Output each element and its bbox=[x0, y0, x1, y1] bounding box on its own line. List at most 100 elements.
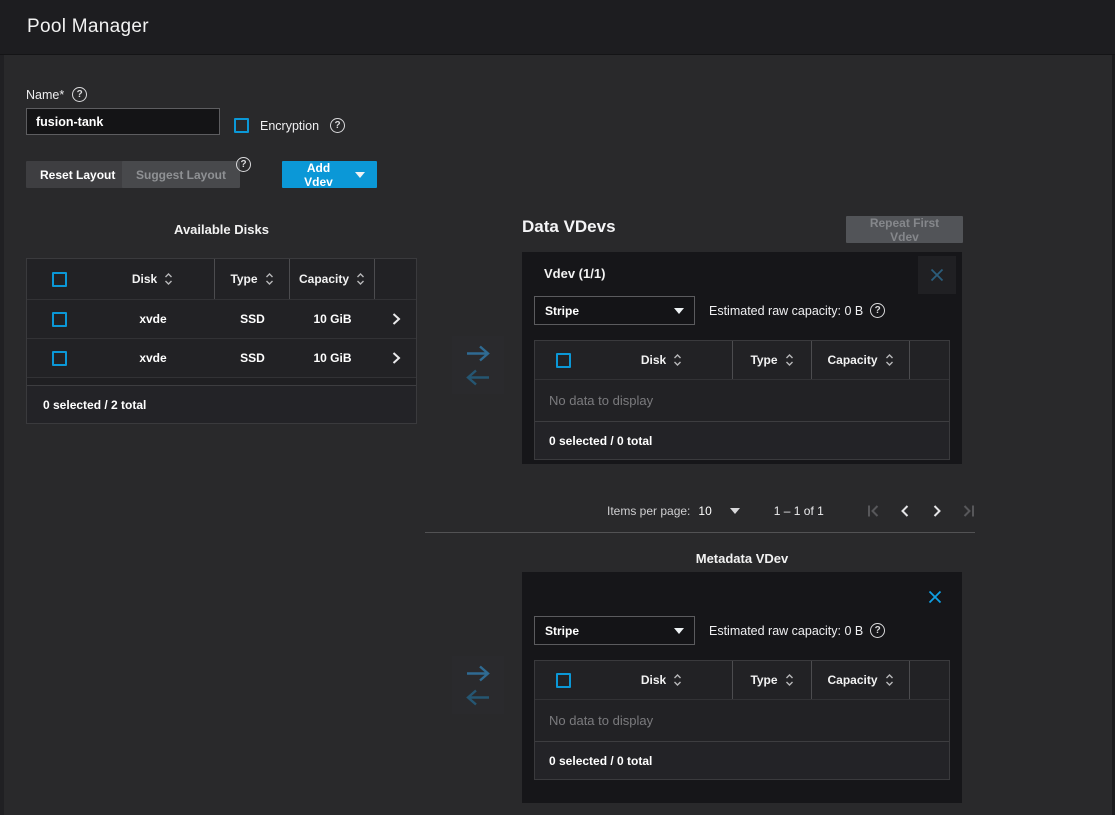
data-vdevs-heading: Data VDevs bbox=[522, 217, 616, 237]
chevron-right-icon[interactable] bbox=[391, 312, 401, 326]
type-cell: SSD bbox=[215, 300, 290, 338]
select-all-cell bbox=[27, 259, 91, 299]
data-vdev-header-row: Disk Type Capacity bbox=[535, 341, 949, 379]
row-checkbox[interactable] bbox=[52, 312, 67, 327]
repeat-first-vdev-button[interactable]: Repeat First Vdev bbox=[846, 216, 963, 243]
table-row[interactable]: xvde SSD 10 GiB bbox=[27, 299, 416, 338]
chevron-down-icon bbox=[674, 308, 684, 314]
first-page-icon[interactable] bbox=[862, 500, 884, 522]
sort-icon bbox=[265, 272, 274, 286]
sort-icon bbox=[673, 353, 682, 367]
capacity-cell: 10 GiB bbox=[290, 339, 375, 377]
items-per-page-dropdown-icon[interactable] bbox=[730, 508, 740, 514]
estimated-capacity-row: Estimated raw capacity: 0 B ? bbox=[709, 623, 885, 638]
data-vdev-transfer-box bbox=[452, 336, 504, 394]
empty-state-text: No data to display bbox=[535, 699, 949, 741]
items-per-page-value: 10 bbox=[698, 504, 711, 518]
next-page-icon[interactable] bbox=[926, 500, 948, 522]
chevron-down-icon bbox=[674, 628, 684, 634]
selection-summary: 0 selected / 0 total bbox=[535, 421, 949, 459]
table-spacer bbox=[27, 377, 416, 385]
app-header: Pool Manager bbox=[0, 0, 1115, 55]
reset-layout-button[interactable]: Reset Layout bbox=[26, 161, 129, 188]
disk-column-header[interactable]: Disk bbox=[591, 341, 733, 379]
selection-summary: 0 selected / 0 total bbox=[535, 741, 949, 779]
vdev-title: Vdev (1/1) bbox=[544, 266, 605, 281]
disk-column-label: Disk bbox=[641, 353, 666, 367]
layout-select[interactable]: Stripe bbox=[534, 296, 695, 325]
capacity-column-header[interactable]: Capacity bbox=[812, 661, 910, 699]
move-right-arrow-icon[interactable] bbox=[463, 662, 493, 685]
move-left-arrow-icon[interactable] bbox=[463, 686, 493, 709]
capacity-column-header[interactable]: Capacity bbox=[812, 341, 910, 379]
page-title: Pool Manager bbox=[27, 16, 149, 38]
expand-column-header bbox=[910, 341, 949, 379]
layout-select-value: Stripe bbox=[545, 624, 579, 638]
metadata-vdev-transfer-box bbox=[452, 656, 504, 714]
type-column-header[interactable]: Type bbox=[215, 259, 290, 299]
page-range-label: 1 – 1 of 1 bbox=[774, 504, 824, 518]
type-column-label: Type bbox=[750, 673, 777, 687]
close-icon[interactable] bbox=[918, 256, 956, 294]
disk-column-header[interactable]: Disk bbox=[91, 259, 215, 299]
sort-icon bbox=[164, 272, 173, 286]
name-label: Name* bbox=[26, 88, 64, 102]
metadata-vdev-header-row: Disk Type Capacity bbox=[535, 661, 949, 699]
items-per-page-label: Items per page: bbox=[607, 504, 690, 518]
available-disks-table: Disk Type Capacity xvde SSD 10 GiB bbox=[26, 258, 417, 424]
empty-state-text: No data to display bbox=[535, 379, 949, 421]
select-all-checkbox[interactable] bbox=[52, 272, 67, 287]
capacity-column-header[interactable]: Capacity bbox=[290, 259, 375, 299]
disk-column-label: Disk bbox=[132, 272, 157, 286]
layout-select[interactable]: Stripe bbox=[534, 616, 695, 645]
sort-icon bbox=[785, 353, 794, 367]
suggest-layout-help-icon[interactable]: ? bbox=[236, 157, 251, 172]
previous-page-icon[interactable] bbox=[894, 500, 916, 522]
estimated-capacity-row: Estimated raw capacity: 0 B ? bbox=[709, 303, 885, 318]
type-cell: SSD bbox=[215, 339, 290, 377]
layout-select-value: Stripe bbox=[545, 304, 579, 318]
estimated-capacity-text: Estimated raw capacity: 0 B bbox=[709, 624, 863, 638]
pool-name-input[interactable] bbox=[26, 108, 220, 135]
metadata-vdev-panel: Stripe Estimated raw capacity: 0 B ? Dis… bbox=[522, 572, 962, 803]
move-left-arrow-icon[interactable] bbox=[463, 366, 493, 389]
capacity-help-icon[interactable]: ? bbox=[870, 623, 885, 638]
capacity-help-icon[interactable]: ? bbox=[870, 303, 885, 318]
table-row[interactable]: xvde SSD 10 GiB bbox=[27, 338, 416, 377]
last-page-icon[interactable] bbox=[958, 500, 980, 522]
select-all-checkbox[interactable] bbox=[556, 673, 571, 688]
disk-cell: xvde bbox=[91, 300, 215, 338]
metadata-vdev-table: Disk Type Capacity No data to display 0 … bbox=[534, 660, 950, 780]
suggest-layout-button[interactable]: Suggest Layout bbox=[122, 161, 240, 188]
disk-column-label: Disk bbox=[641, 673, 666, 687]
close-icon[interactable] bbox=[916, 578, 954, 616]
encryption-row: Encryption ? bbox=[234, 112, 345, 139]
add-vdev-button[interactable]: Add Vdev bbox=[282, 161, 377, 188]
encryption-help-icon[interactable]: ? bbox=[330, 118, 345, 133]
sort-icon bbox=[356, 272, 365, 286]
type-column-label: Type bbox=[230, 272, 257, 286]
expand-column-header bbox=[375, 259, 416, 299]
expand-column-header bbox=[910, 661, 949, 699]
section-divider bbox=[425, 532, 975, 533]
type-column-header[interactable]: Type bbox=[733, 341, 812, 379]
chevron-down-icon bbox=[355, 172, 365, 178]
capacity-cell: 10 GiB bbox=[290, 300, 375, 338]
chevron-right-icon[interactable] bbox=[391, 351, 401, 365]
add-vdev-label: Add Vdev bbox=[294, 161, 343, 189]
type-column-label: Type bbox=[750, 353, 777, 367]
data-vdev-panel: Vdev (1/1) Stripe Estimated raw capacity… bbox=[522, 252, 962, 464]
name-label-row: Name* ? bbox=[26, 87, 87, 102]
data-vdev-table: Disk Type Capacity No data to display 0 … bbox=[534, 340, 950, 460]
row-checkbox[interactable] bbox=[52, 351, 67, 366]
name-help-icon[interactable]: ? bbox=[72, 87, 87, 102]
encryption-checkbox[interactable] bbox=[234, 118, 249, 133]
capacity-column-label: Capacity bbox=[827, 673, 877, 687]
disk-column-header[interactable]: Disk bbox=[591, 661, 733, 699]
available-disks-header-row: Disk Type Capacity bbox=[27, 259, 416, 299]
select-all-checkbox[interactable] bbox=[556, 353, 571, 368]
type-column-header[interactable]: Type bbox=[733, 661, 812, 699]
move-right-arrow-icon[interactable] bbox=[463, 342, 493, 365]
metadata-vdev-title: Metadata VDev bbox=[522, 551, 962, 566]
sort-icon bbox=[785, 673, 794, 687]
